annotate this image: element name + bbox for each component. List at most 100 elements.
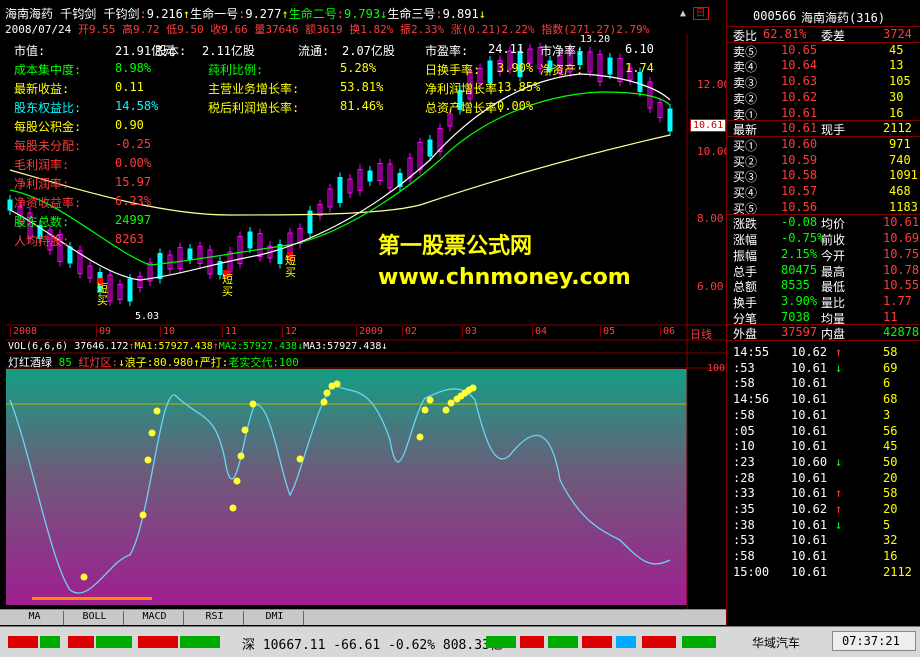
last-price-row: 最新 10.61 现手 2112 xyxy=(733,121,912,138)
fundamental-value: -0.25 xyxy=(115,137,152,151)
signal-dot xyxy=(237,452,245,460)
fundamental-value: 1.74 xyxy=(625,61,654,75)
bid-row: 买② 10.59 740 xyxy=(733,152,911,169)
ask-row: 卖③ 10.63 105 xyxy=(733,74,911,91)
tick-row: 15:00 10.61 2112 xyxy=(733,564,912,579)
index-summary[interactable]: 深 10667.11 -66.61 -0.62% 808.33亿 xyxy=(242,634,503,653)
fundamental-label: 净资产: xyxy=(540,63,584,77)
tick-row: :38 10.61 ↓ 5 xyxy=(733,517,891,532)
high-price-label: 13.20 xyxy=(580,34,611,45)
fundamental-value: 81.46% xyxy=(340,99,384,113)
stat-row: 涨幅 -0.75% 前收 10.69 xyxy=(733,231,920,248)
fundamental-value: 0.11 xyxy=(115,80,144,94)
tab-boll[interactable]: BOLL xyxy=(66,611,124,625)
signal-dot xyxy=(296,455,304,463)
ask-row: 卖⑤ 10.65 45 xyxy=(733,42,904,59)
fundamental-value: 24997 xyxy=(115,213,152,227)
fundamental-label: 股东总数: xyxy=(14,215,70,229)
fundamental-value: 14.58% xyxy=(115,99,159,113)
fundamental-label: 主营业务增长率: xyxy=(208,82,300,96)
stat-row: 涨跌 -0.08 均价 10.61 xyxy=(733,215,920,232)
fundamental-value: 0.00% xyxy=(115,156,152,170)
lower-indicator-title: 灯红酒绿 85 红灯区:↓浪子:80.980↑严打:老实交代:100 xyxy=(8,356,299,369)
date-tick: 04 xyxy=(532,326,547,337)
buy-signal-label: 短买 xyxy=(285,254,296,279)
market-breadth-bars xyxy=(8,636,228,648)
chart-mode-button[interactable]: 日 xyxy=(692,7,709,20)
tick-row: :58 10.61 3 xyxy=(733,407,891,422)
fundamental-label: 每股未分配: xyxy=(14,139,82,153)
fundamental-value: 6.23% xyxy=(115,194,152,208)
signal-dot xyxy=(426,396,434,404)
sector-bars xyxy=(486,636,746,648)
signal-dot xyxy=(421,406,429,414)
date-tick: 11 xyxy=(222,326,237,337)
tick-row: 14:55 10.62 ↑ 58 xyxy=(733,345,898,359)
bid-row: 买③ 10.58 1091 xyxy=(733,168,918,185)
bid-row: 买④ 10.57 468 xyxy=(733,184,911,200)
fundamental-value: 2.11亿股 xyxy=(202,44,255,58)
signal-dot xyxy=(148,429,156,437)
date-tick: 02 xyxy=(402,326,417,337)
volume-indicator-line: VOL(6,6,6) 37646.172↑MA1:57927.438↑MA2:5… xyxy=(8,341,388,352)
fundamental-value: 24.11 xyxy=(488,42,525,56)
fundamental-label: 税后利润增长率: xyxy=(208,101,300,115)
signal-dot xyxy=(233,477,241,485)
tab-rsi[interactable]: RSI xyxy=(186,611,244,625)
fundamental-label: 成本集中度: xyxy=(14,63,82,77)
fundamental-value: 5.28% xyxy=(340,61,377,75)
date-tick: 10 xyxy=(160,326,175,337)
date-tick: 2008 xyxy=(10,326,37,337)
tick-row: :10 10.61 45 xyxy=(733,439,898,454)
signal-dot xyxy=(323,389,331,397)
tick-row: :35 10.62 ↑ 20 xyxy=(733,502,898,516)
tick-row: :05 10.61 56 xyxy=(733,423,898,438)
tick-row: :53 10.61 32 xyxy=(733,533,898,548)
bid-row: 买⑤ 10.56 1183 xyxy=(733,199,918,216)
signal-dot xyxy=(320,398,328,406)
fundamental-label: 总资产增长率: xyxy=(425,101,505,115)
fundamental-value: 8.98% xyxy=(115,61,152,75)
buy-signal-label: 短买 xyxy=(222,273,233,298)
tick-row: :28 10.61 20 xyxy=(733,470,898,485)
fundamental-label: 流通: xyxy=(298,44,330,58)
tab-ma[interactable]: MA xyxy=(6,611,64,625)
period-label: 日线 xyxy=(690,328,712,341)
signal-dot xyxy=(241,426,249,434)
signal-dot xyxy=(469,384,477,392)
price-tick: 6.00 xyxy=(697,280,724,293)
signal-dot xyxy=(229,504,237,512)
lower-axis-label: 100 xyxy=(707,363,726,374)
indicator-tabs[interactable]: MA BOLL MACD RSI DMI xyxy=(0,609,726,625)
ask-row: 卖① 10.61 16 xyxy=(733,105,904,122)
chart-nav[interactable]: ▲ 日 xyxy=(680,4,720,20)
sector-stock[interactable]: 华域汽车 xyxy=(752,634,800,651)
fundamental-label: 最新收益: xyxy=(14,82,70,96)
fundamental-label: 日换手率: xyxy=(425,63,481,77)
status-bar: 深 10667.11 -66.61 -0.62% 808.33亿 华域汽车 07… xyxy=(0,626,920,657)
tick-row: :23 10.60 ↓ 50 xyxy=(733,454,898,469)
tick-row: :58 10.61 6 xyxy=(733,376,891,391)
tab-dmi[interactable]: DMI xyxy=(246,611,304,625)
scroll-up-icon[interactable]: ▲ xyxy=(680,8,686,19)
fundamental-value: 53.81% xyxy=(340,80,384,94)
buy-signal-label: 短买 xyxy=(97,282,108,307)
fundamental-label: 股本: xyxy=(155,44,187,58)
stat-row: 振幅 2.15% 今开 10.75 xyxy=(733,246,920,263)
fundamental-label: 净资收益率: xyxy=(14,196,82,210)
fundamental-label: 净利润增长率: xyxy=(425,82,505,96)
price-chart-svg xyxy=(6,34,726,609)
bid-row: 买① 10.60 971 xyxy=(733,136,911,153)
bid-ratio-row: 委比 62.81% 委差 3724 xyxy=(733,27,912,43)
tab-macd[interactable]: MACD xyxy=(126,611,184,625)
stat-row: 总手 80475 最高 10.78 xyxy=(733,262,920,279)
chart-area[interactable]: 海南海药 千钧剑 千钧剑:9.216↑生命一号:9.277↑生命二号:9.793… xyxy=(0,0,730,657)
tick-row: :33 10.61 ↑ 58 xyxy=(733,486,898,501)
fundamental-value: 15.97 xyxy=(115,175,152,189)
fundamental-label: 每股公积金: xyxy=(14,120,82,134)
stat-row: 换手 3.90% 量比 1.77 xyxy=(733,293,912,310)
signal-dot xyxy=(139,511,147,519)
fundamental-label: 市盈率: xyxy=(425,44,469,58)
signal-dot xyxy=(447,399,455,407)
fundamental-label: 毛利润率: xyxy=(14,158,70,172)
